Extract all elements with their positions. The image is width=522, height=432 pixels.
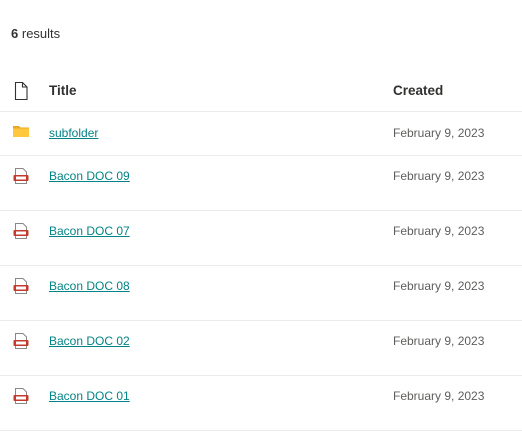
results-label: results	[21, 26, 61, 41]
file-type-icon[interactable]	[14, 82, 28, 100]
item-title-link[interactable]: Bacon DOC 07	[49, 224, 130, 238]
item-created-date: February 9, 2023	[393, 279, 485, 293]
list-item[interactable]: Bacon DOC 09 February 9, 2023	[0, 156, 522, 211]
item-created-date: February 9, 2023	[393, 334, 485, 348]
pdf-file-icon	[13, 223, 29, 239]
column-header-created[interactable]: Created	[393, 83, 443, 98]
item-created-date: February 9, 2023	[393, 389, 485, 403]
pdf-file-icon	[13, 168, 29, 184]
list-item[interactable]: Bacon DOC 07 February 9, 2023	[0, 211, 522, 266]
list-item[interactable]: Bacon DOC 02 February 9, 2023	[0, 321, 522, 376]
item-created-date: February 9, 2023	[393, 169, 485, 183]
item-created-date: February 9, 2023	[393, 224, 485, 238]
list-item[interactable]: subfolder February 9, 2023	[0, 112, 522, 156]
pdf-file-icon	[13, 333, 29, 349]
folder-icon	[13, 126, 29, 137]
list-item[interactable]: Bacon DOC 01 February 9, 2023	[0, 376, 522, 431]
list-header: Title Created	[0, 70, 522, 112]
item-title-link[interactable]: Bacon DOC 08	[49, 279, 130, 293]
item-created-date: February 9, 2023	[393, 126, 485, 140]
item-title-link[interactable]: Bacon DOC 02	[49, 334, 130, 348]
item-title-link[interactable]: subfolder	[49, 126, 98, 140]
pdf-file-icon	[13, 278, 29, 294]
results-count: 6 results	[11, 26, 60, 41]
column-header-title[interactable]: Title	[49, 83, 77, 98]
pdf-file-icon	[13, 388, 29, 404]
results-number: 6	[11, 26, 19, 41]
item-title-link[interactable]: Bacon DOC 01	[49, 389, 130, 403]
list-item[interactable]: Bacon DOC 08 February 9, 2023	[0, 266, 522, 321]
item-title-link[interactable]: Bacon DOC 09	[49, 169, 130, 183]
